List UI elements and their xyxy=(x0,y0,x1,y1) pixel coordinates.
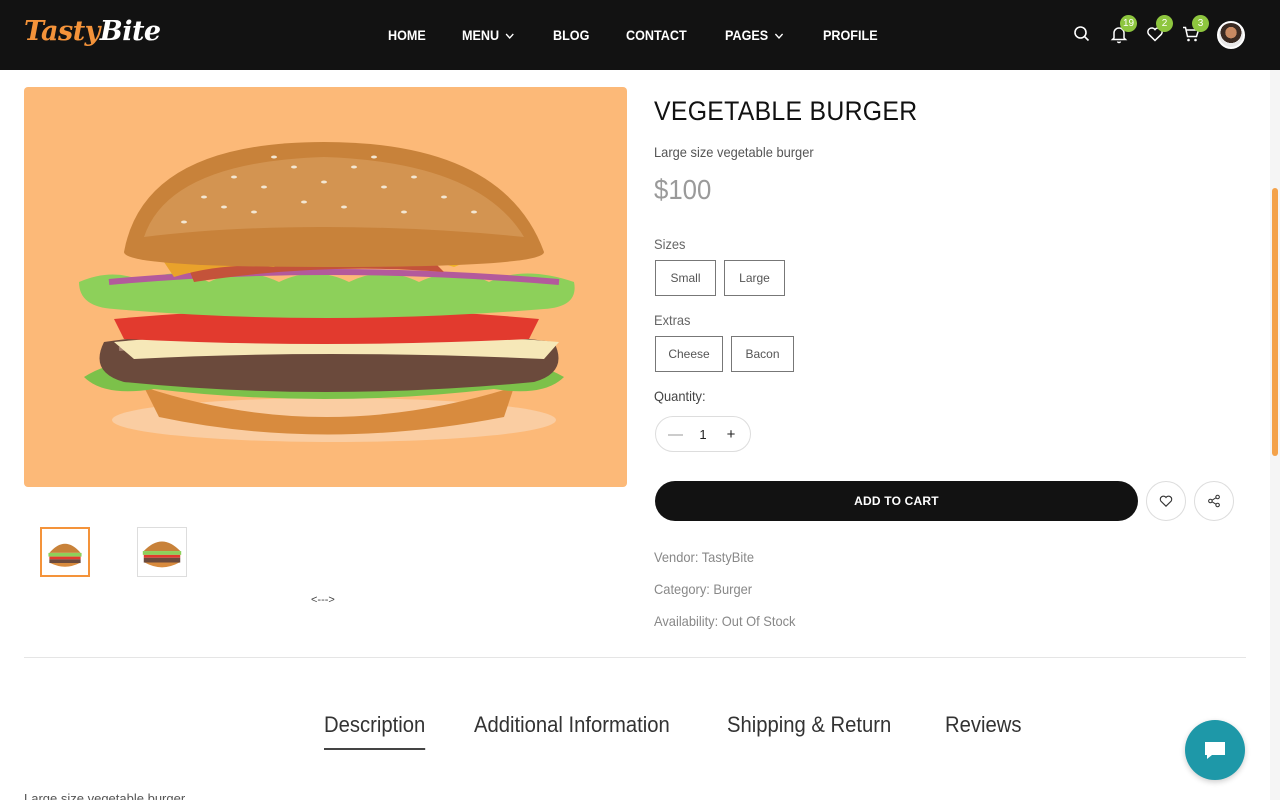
description-text: Large size vegetable burger xyxy=(24,791,186,800)
wishlist-badge: 2 xyxy=(1156,15,1173,32)
nav-contact[interactable]: CONTACT xyxy=(626,27,687,43)
avatar[interactable] xyxy=(1217,21,1245,49)
main-nav: HOME MENU BLOG CONTACT PAGES PROFILE xyxy=(388,0,916,70)
gallery-thumb-2[interactable] xyxy=(137,527,187,577)
chat-button[interactable] xyxy=(1185,720,1245,780)
quantity-label: Quantity: xyxy=(654,388,706,404)
notifications-button[interactable]: 19 xyxy=(1109,15,1138,46)
cart-badge: 3 xyxy=(1192,15,1209,32)
top-navbar: TastyBite HOME MENU BLOG CONTACT PAGES P… xyxy=(0,0,1280,70)
gallery-thumb-1[interactable] xyxy=(40,527,90,577)
extras-label: Extras xyxy=(654,312,691,328)
burger-image xyxy=(79,142,575,442)
share-icon xyxy=(1208,494,1220,508)
scrollbar-thumb[interactable] xyxy=(1272,188,1278,456)
wishlist-add-button[interactable] xyxy=(1146,481,1186,521)
product-main-image xyxy=(24,87,627,487)
product-tabs: Description Additional Information Shipp… xyxy=(324,712,1069,750)
wishlist-button[interactable]: 2 xyxy=(1145,15,1173,46)
quantity-value[interactable]: 1 xyxy=(691,427,715,442)
sizes-label: Sizes xyxy=(654,236,686,252)
category-info: Category: Burger xyxy=(654,581,753,597)
chat-icon xyxy=(1205,742,1225,759)
quantity-decrease-button[interactable]: — xyxy=(668,426,683,443)
chevron-down-icon xyxy=(774,29,785,41)
add-to-cart-button[interactable]: ADD TO CART xyxy=(655,481,1138,521)
notifications-badge: 19 xyxy=(1120,15,1138,32)
share-button[interactable] xyxy=(1194,481,1234,521)
extra-option-bacon[interactable]: Bacon xyxy=(731,336,794,372)
vendor-info: Vendor: TastyBite xyxy=(654,549,755,565)
tab-additional-information[interactable]: Additional Information xyxy=(474,712,670,750)
section-divider xyxy=(24,657,1246,658)
nav-blog[interactable]: BLOG xyxy=(553,27,589,43)
product-subtitle: Large size vegetable burger xyxy=(654,144,814,160)
product-price: $100 xyxy=(654,174,712,205)
tab-shipping-return[interactable]: Shipping & Return xyxy=(727,712,891,750)
nav-pages[interactable]: PAGES xyxy=(725,27,784,43)
search-icon[interactable] xyxy=(1072,24,1094,46)
tab-description[interactable]: Description xyxy=(324,712,426,750)
extra-option-cheese[interactable]: Cheese xyxy=(655,336,723,372)
size-option-small[interactable]: Small xyxy=(655,260,716,296)
burger-thumbnail xyxy=(138,528,186,576)
product-title: VEGETABLE BURGER xyxy=(654,96,918,126)
nav-profile[interactable]: PROFILE xyxy=(823,27,878,43)
heart-icon xyxy=(1159,495,1173,507)
chevron-down-icon xyxy=(505,29,516,41)
gallery-arrows[interactable]: <---> xyxy=(311,594,335,606)
availability-info: Availability: Out Of Stock xyxy=(654,613,796,629)
quantity-stepper: — 1 + xyxy=(655,416,751,452)
burger-thumbnail xyxy=(42,529,88,575)
size-option-large[interactable]: Large xyxy=(724,260,785,296)
quantity-increase-button[interactable]: + xyxy=(724,426,738,443)
logo[interactable]: TastyBite xyxy=(24,16,161,47)
nav-home[interactable]: HOME xyxy=(388,27,426,43)
tab-reviews[interactable]: Reviews xyxy=(945,712,1021,750)
cart-button[interactable]: 3 xyxy=(1181,15,1209,46)
nav-menu[interactable]: MENU xyxy=(462,27,515,43)
scrollbar[interactable] xyxy=(1270,70,1280,800)
